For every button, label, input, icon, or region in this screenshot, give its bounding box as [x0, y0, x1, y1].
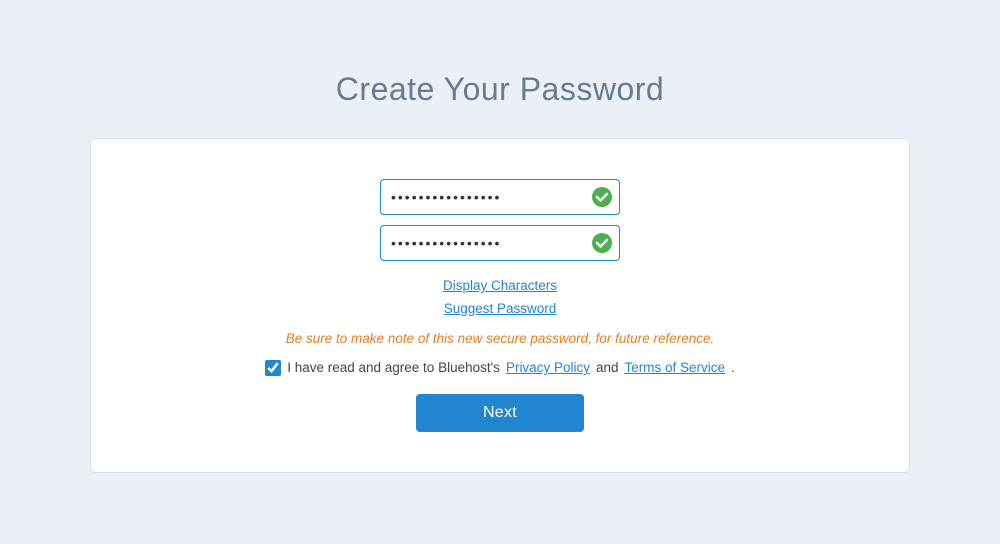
next-button[interactable]: Next [416, 394, 584, 432]
terms-of-service-link[interactable]: Terms of Service [625, 360, 726, 375]
warning-message: Be sure to make note of this new secure … [286, 331, 714, 346]
confirm-password-input[interactable] [380, 225, 620, 261]
agree-suffix-text: . [731, 360, 735, 375]
agree-and-text: and [596, 360, 619, 375]
agree-row: I have read and agree to Bluehost's Priv… [265, 360, 735, 376]
password-input-wrapper [380, 179, 620, 215]
confirm-valid-icon [592, 233, 612, 253]
password-valid-icon [592, 187, 612, 207]
password-links: Display Characters Suggest Password [443, 275, 557, 321]
confirm-password-input-wrapper [380, 225, 620, 261]
password-input[interactable] [380, 179, 620, 215]
display-characters-link[interactable]: Display Characters [443, 275, 557, 298]
suggest-password-link[interactable]: Suggest Password [444, 298, 557, 321]
agree-prefix-text: I have read and agree to Bluehost's [287, 360, 500, 375]
agree-checkbox[interactable] [265, 360, 281, 376]
page-title: Create Your Password [336, 71, 664, 108]
main-card: Display Characters Suggest Password Be s… [90, 138, 910, 473]
privacy-policy-link[interactable]: Privacy Policy [506, 360, 590, 375]
